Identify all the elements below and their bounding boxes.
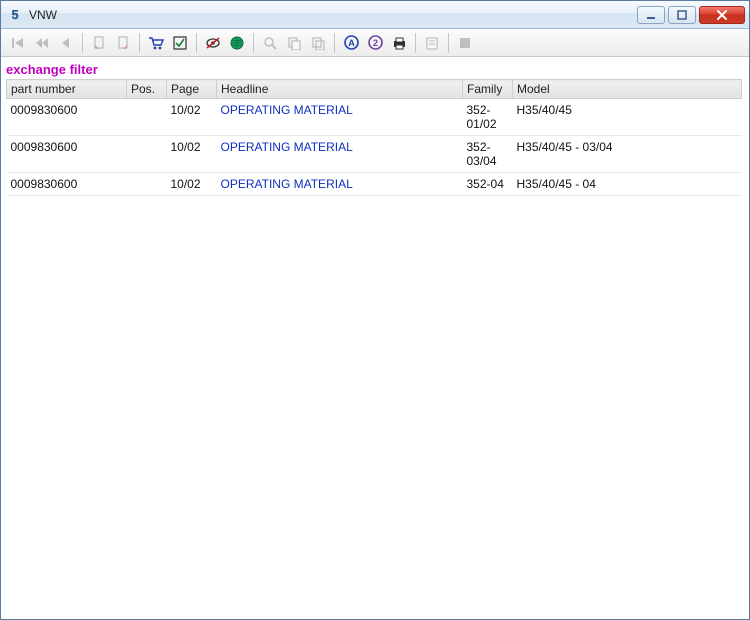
svg-text:2: 2 <box>372 38 377 48</box>
zoom-icon <box>259 32 281 54</box>
cell-pos <box>127 99 167 136</box>
window-title: VNW <box>29 8 57 22</box>
circle-2-icon[interactable]: 2 <box>364 32 386 54</box>
toolbar-separator <box>253 33 254 53</box>
stop-icon <box>454 32 476 54</box>
checklist-icon[interactable] <box>169 32 191 54</box>
toolbar-separator <box>415 33 416 53</box>
globe-icon[interactable] <box>226 32 248 54</box>
cell-headline[interactable]: OPERATING MATERIAL <box>217 99 463 136</box>
svg-text:A: A <box>348 38 355 48</box>
cell-family: 352-01/02 <box>463 99 513 136</box>
cell-model: H35/40/45 <box>513 99 742 136</box>
table-header-row: part number Pos. Page Headline Family Mo… <box>7 80 742 99</box>
maximize-button[interactable] <box>668 6 696 24</box>
bookmark-prev-icon <box>88 32 110 54</box>
back-icon <box>55 32 77 54</box>
toolbar-separator <box>82 33 83 53</box>
col-headline[interactable]: Headline <box>217 80 463 99</box>
eye-off-icon[interactable] <box>202 32 224 54</box>
cell-page: 10/02 <box>167 136 217 173</box>
col-model[interactable]: Model <box>513 80 742 99</box>
cell-page: 10/02 <box>167 173 217 196</box>
paste-icon <box>307 32 329 54</box>
cell-model: H35/40/45 - 03/04 <box>513 136 742 173</box>
cell-family: 352-03/04 <box>463 136 513 173</box>
cell-page: 10/02 <box>167 99 217 136</box>
minimize-button[interactable] <box>637 6 665 24</box>
note-icon <box>421 32 443 54</box>
print-icon[interactable] <box>388 32 410 54</box>
cell-part-number: 0009830600 <box>7 99 127 136</box>
app-icon <box>7 7 23 23</box>
cell-part-number: 0009830600 <box>7 173 127 196</box>
table-row[interactable]: 0009830600 10/02OPERATING MATERIAL352-03/… <box>7 136 742 173</box>
toolbar-separator <box>448 33 449 53</box>
toolbar-separator <box>139 33 140 53</box>
toolbar: A2 <box>1 29 749 57</box>
first-icon <box>7 32 29 54</box>
toolbar-separator <box>196 33 197 53</box>
cell-model: H35/40/45 - 04 <box>513 173 742 196</box>
cell-family: 352-04 <box>463 173 513 196</box>
col-pos[interactable]: Pos. <box>127 80 167 99</box>
col-part-number[interactable]: part number <box>7 80 127 99</box>
close-button[interactable] <box>699 6 745 24</box>
col-page[interactable]: Page <box>167 80 217 99</box>
copy-icon <box>283 32 305 54</box>
cell-headline[interactable]: OPERATING MATERIAL <box>217 173 463 196</box>
titlebar: VNW <box>1 1 749 29</box>
bookmark-next-icon <box>112 32 134 54</box>
content-area: exchange filter part number Pos. Page He… <box>0 56 750 620</box>
rewind-icon <box>31 32 53 54</box>
window-controls <box>637 6 745 24</box>
cell-part-number: 0009830600 <box>7 136 127 173</box>
cell-headline[interactable]: OPERATING MATERIAL <box>217 136 463 173</box>
results-table: part number Pos. Page Headline Family Mo… <box>6 79 742 196</box>
col-family[interactable]: Family <box>463 80 513 99</box>
cell-pos <box>127 173 167 196</box>
circle-a-icon[interactable]: A <box>340 32 362 54</box>
table-row[interactable]: 0009830600 10/02OPERATING MATERIAL352-01/… <box>7 99 742 136</box>
cart-icon[interactable] <box>145 32 167 54</box>
filter-label: exchange filter <box>6 62 742 77</box>
cell-pos <box>127 136 167 173</box>
toolbar-separator <box>334 33 335 53</box>
table-row[interactable]: 0009830600 10/02OPERATING MATERIAL352-04H… <box>7 173 742 196</box>
